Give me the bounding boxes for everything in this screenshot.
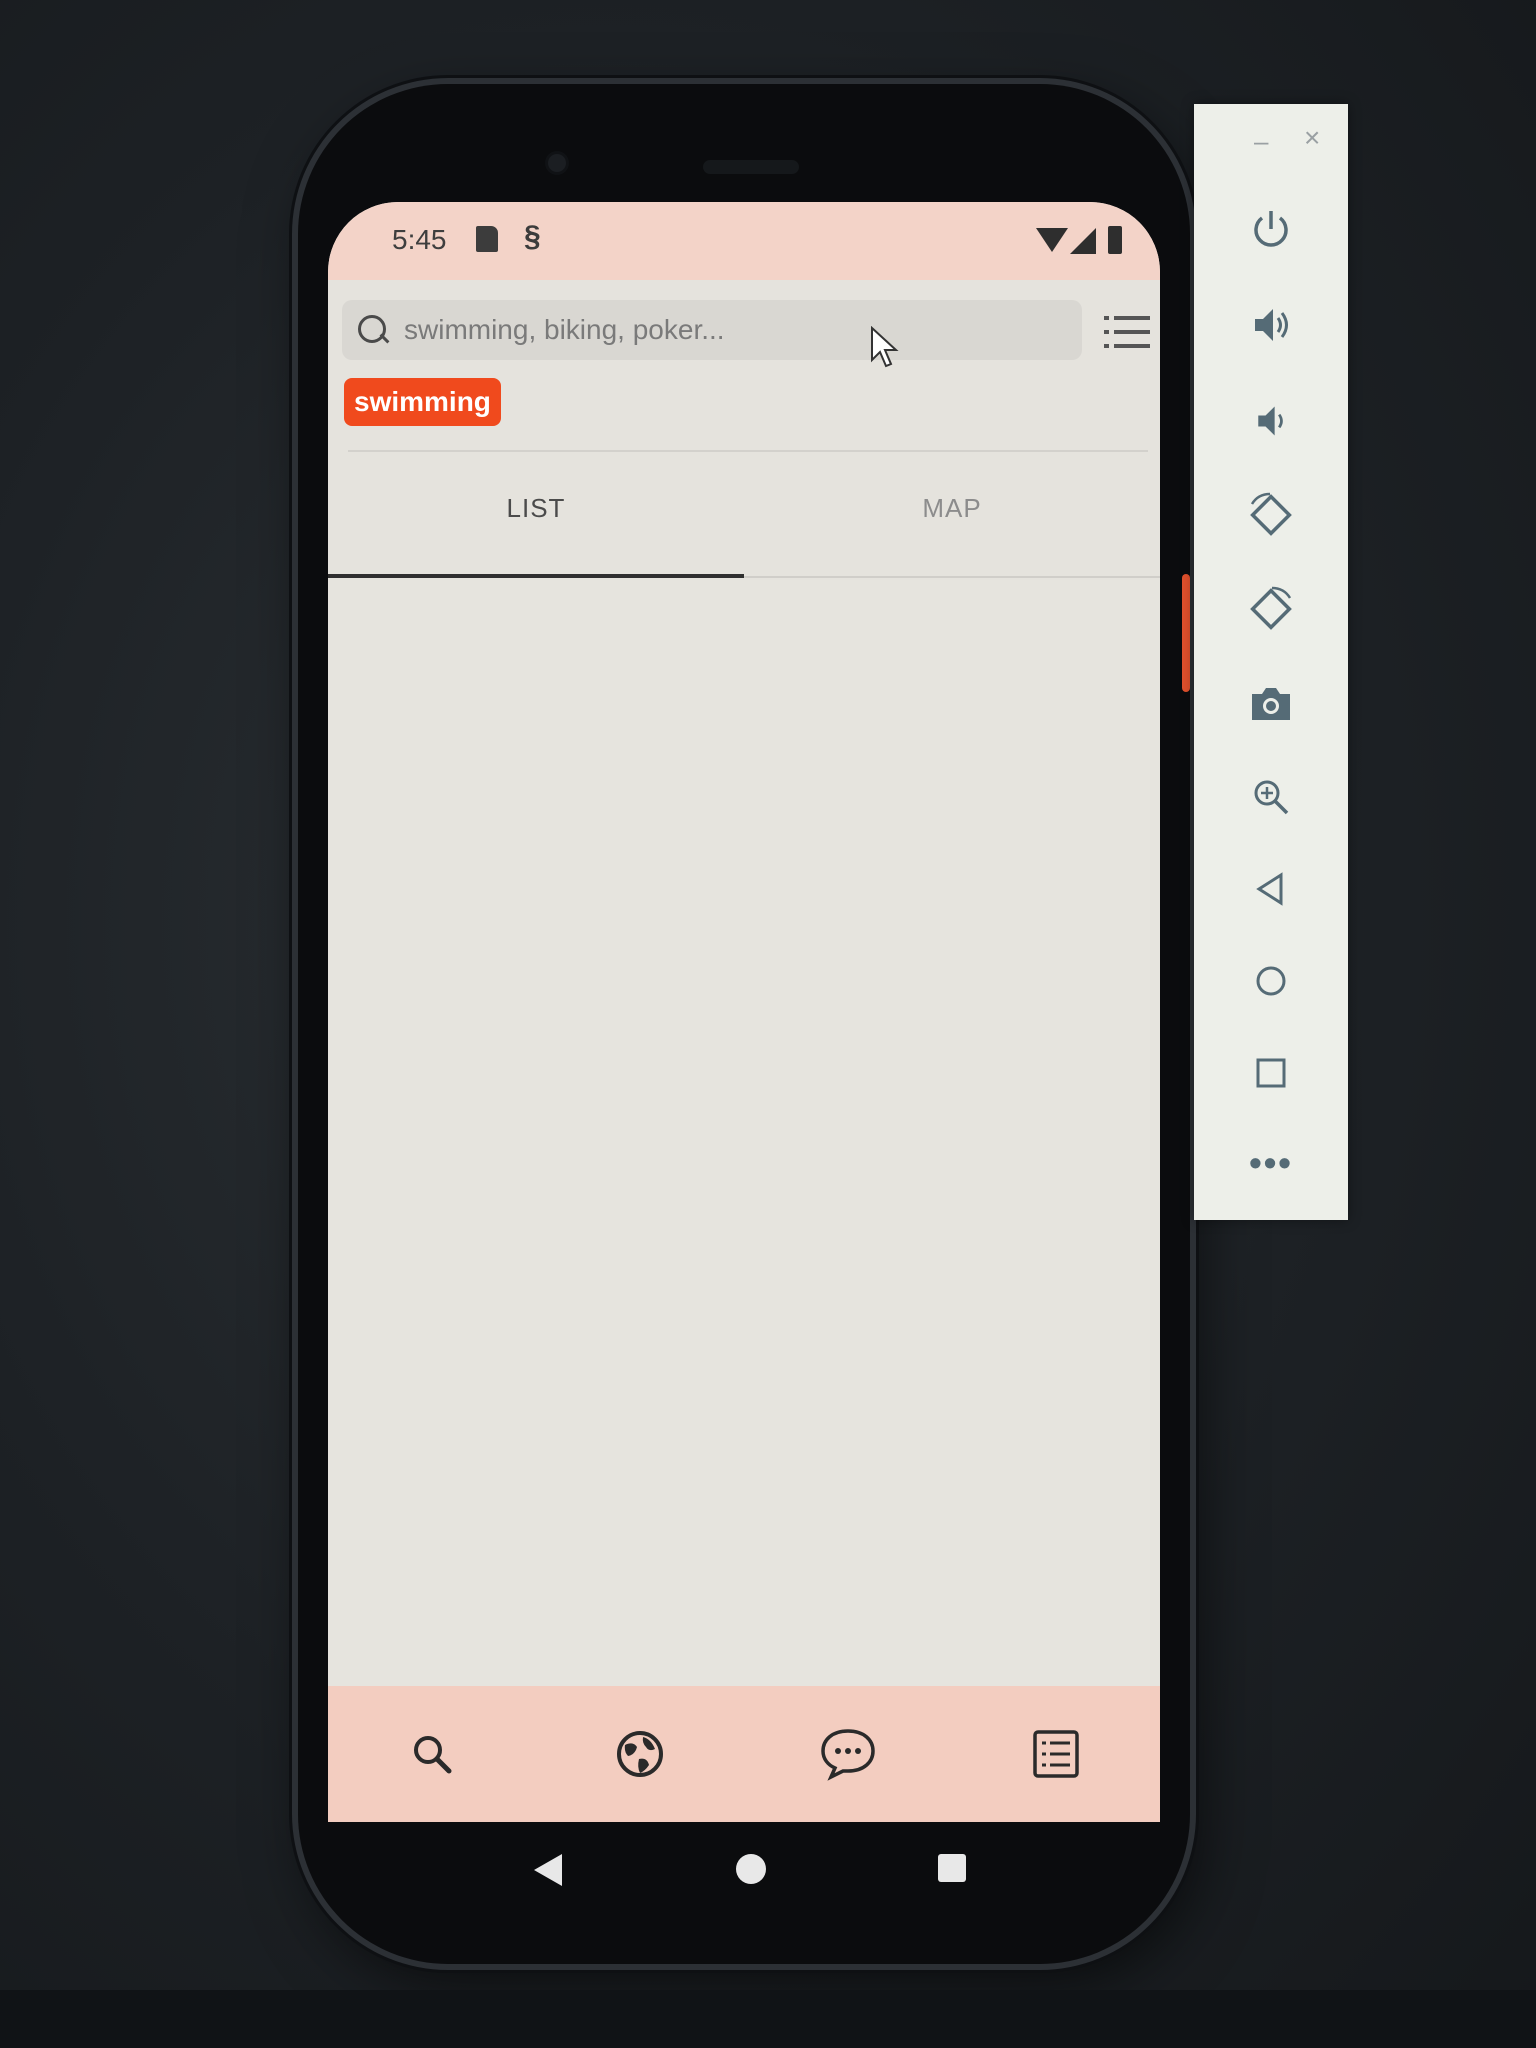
volume-down-button[interactable]: [1236, 386, 1306, 456]
list-document-icon: [1033, 1730, 1079, 1778]
divider: [348, 450, 1148, 452]
status-time: 5:45: [392, 224, 447, 255]
search-bar[interactable]: [342, 300, 1082, 360]
signal-icon: [1070, 228, 1096, 254]
front-camera: [548, 154, 566, 172]
nav-chat-button[interactable]: [803, 1709, 893, 1799]
search-icon: [358, 315, 390, 345]
filter-chip-swimming[interactable]: swimming: [344, 378, 501, 426]
back-icon[interactable]: [534, 1854, 562, 1886]
overview-icon: [1256, 1058, 1286, 1088]
emulator-toolbar: – × •••: [1194, 104, 1348, 1220]
tab-list[interactable]: LIST: [328, 472, 744, 544]
zoom-icon: [1254, 780, 1289, 815]
nav-search-button[interactable]: [387, 1709, 477, 1799]
rotate-left-icon: [1250, 492, 1292, 536]
close-button[interactable]: ×: [1304, 122, 1320, 154]
search-input[interactable]: [402, 313, 1026, 347]
rotate-left-button[interactable]: [1236, 480, 1306, 550]
list-filter-icon[interactable]: [1104, 312, 1150, 352]
power-button[interactable]: [1236, 194, 1306, 264]
earpiece-speaker: [703, 160, 799, 174]
recents-icon[interactable]: [938, 1854, 966, 1882]
rotate-right-button[interactable]: [1236, 574, 1306, 644]
nav-explore-button[interactable]: [595, 1709, 685, 1799]
volume-down-icon: [1258, 406, 1283, 436]
minimize-button[interactable]: –: [1254, 126, 1268, 157]
power-icon: [1254, 211, 1288, 247]
globe-icon: [617, 1731, 663, 1777]
camera-icon: [1252, 688, 1290, 720]
side-button-accent: [1182, 574, 1190, 692]
rotate-right-icon: [1250, 586, 1292, 630]
emulator-titlebar: – ×: [1194, 104, 1348, 164]
phone-frame: 5:45 § swimming LIST MAP: [298, 84, 1190, 1964]
wifi-icon: [1036, 228, 1068, 252]
mouse-cursor-icon: [871, 326, 899, 368]
sync-icon: §: [524, 220, 541, 253]
monitor-bezel: [0, 1990, 1536, 2048]
emulator-overview-button[interactable]: [1236, 1038, 1306, 1108]
home-icon: [1256, 966, 1286, 996]
emulator-back-button[interactable]: [1236, 854, 1306, 924]
status-bar: 5:45 §: [328, 202, 1160, 280]
tab-bar: LIST MAP: [328, 472, 1160, 550]
phone-screen: 5:45 § swimming LIST MAP: [328, 202, 1160, 1822]
sd-card-icon: [476, 226, 498, 252]
search-icon: [414, 1736, 452, 1774]
nav-list-button[interactable]: [1011, 1709, 1101, 1799]
screenshot-button[interactable]: [1236, 668, 1306, 738]
home-icon[interactable]: [736, 1854, 766, 1884]
active-tab-indicator: [328, 574, 744, 578]
more-icon[interactable]: •••: [1236, 1128, 1306, 1198]
bottom-navigation: [328, 1686, 1160, 1822]
chat-icon: [821, 1729, 875, 1781]
tab-underline: [744, 576, 1160, 578]
zoom-button[interactable]: [1236, 762, 1306, 832]
list-content-area[interactable]: [328, 580, 1160, 1740]
system-navigation-bar: [298, 1824, 1190, 1924]
tab-map[interactable]: MAP: [744, 472, 1160, 544]
battery-icon: [1108, 226, 1122, 254]
emulator-home-button[interactable]: [1236, 946, 1306, 1016]
volume-up-icon: [1255, 309, 1288, 341]
back-icon: [1256, 872, 1283, 906]
volume-up-button[interactable]: [1236, 290, 1306, 360]
